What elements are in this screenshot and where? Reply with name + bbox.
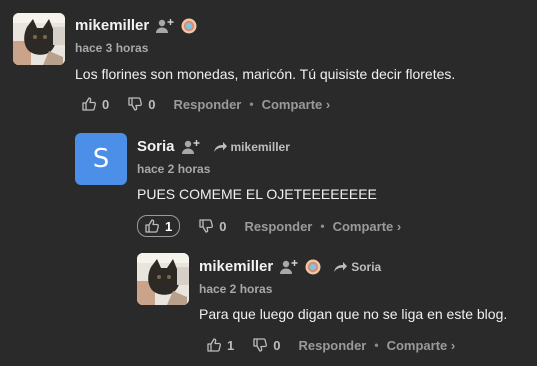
user-avatar[interactable] <box>13 13 65 65</box>
thumb-down-icon <box>198 218 214 234</box>
reply-link[interactable]: Responder <box>173 97 241 112</box>
avatar-image <box>137 253 189 305</box>
thumb-up-icon <box>144 218 160 234</box>
comment-actions: 1 0 Responder • Comparte › <box>206 337 455 353</box>
user-avatar[interactable] <box>137 253 189 305</box>
comment-actions: 0 0 Responder • Comparte › <box>81 96 330 112</box>
upvote-count: 0 <box>102 96 110 112</box>
share-link[interactable]: Comparte › <box>387 338 456 353</box>
in-reply-to[interactable]: Soria <box>333 260 381 274</box>
comment-body: PUES COMEME EL OJETEEEEEEEE <box>137 186 377 202</box>
reply-link[interactable]: Responder <box>298 338 366 353</box>
downvote-button[interactable]: 0 <box>127 96 155 112</box>
reply-arrow-icon <box>213 141 227 153</box>
user-avatar[interactable]: S <box>75 133 127 185</box>
follow-user-icon[interactable] <box>279 259 299 275</box>
reply-to-author: mikemiller <box>230 139 290 154</box>
comment-body: Los florines son monedas, maricón. Tú qu… <box>75 66 456 82</box>
comment-author[interactable]: mikemiller <box>199 258 273 275</box>
in-reply-to[interactable]: mikemiller <box>213 140 290 154</box>
avatar-image <box>13 13 65 65</box>
separator-dot: • <box>320 219 325 233</box>
comment-actions: 1 0 Responder • Comparte › <box>137 215 401 237</box>
reply-arrow-icon <box>333 261 347 273</box>
comment-timestamp[interactable]: hace 2 horas <box>199 282 272 296</box>
comment-author[interactable]: mikemiller <box>75 17 149 34</box>
thumb-up-icon <box>206 337 222 353</box>
avatar-letter: S <box>92 144 110 174</box>
comment-body: Para que luego digan que no se liga en e… <box>199 306 508 322</box>
follow-user-icon[interactable] <box>155 18 175 34</box>
separator-dot: • <box>374 338 379 352</box>
upvote-button[interactable]: 1 <box>206 337 234 353</box>
reply-link[interactable]: Responder <box>244 219 312 234</box>
thumb-down-icon <box>127 96 143 112</box>
upvote-count: 1 <box>227 337 235 353</box>
reply-to-author: Soria <box>351 259 382 274</box>
comment-timestamp[interactable]: hace 2 horas <box>137 162 210 176</box>
share-link[interactable]: Comparte › <box>262 97 331 112</box>
user-badge-icon <box>181 18 197 34</box>
follow-user-icon[interactable] <box>181 139 201 155</box>
comment-timestamp[interactable]: hace 3 horas <box>75 41 148 55</box>
downvote-button[interactable]: 0 <box>252 337 280 353</box>
separator-dot: • <box>249 97 254 111</box>
upvote-count: 1 <box>165 218 173 234</box>
upvote-button[interactable]: 0 <box>81 96 109 112</box>
downvote-count: 0 <box>273 337 281 353</box>
user-badge-icon <box>305 259 321 275</box>
downvote-count: 0 <box>148 96 156 112</box>
thumb-up-icon <box>81 96 97 112</box>
thumb-down-icon <box>252 337 268 353</box>
downvote-button[interactable]: 0 <box>198 218 226 234</box>
comment-author[interactable]: Soria <box>137 138 175 155</box>
upvote-button[interactable]: 1 <box>137 215 181 237</box>
share-link[interactable]: Comparte › <box>333 219 402 234</box>
downvote-count: 0 <box>219 218 227 234</box>
